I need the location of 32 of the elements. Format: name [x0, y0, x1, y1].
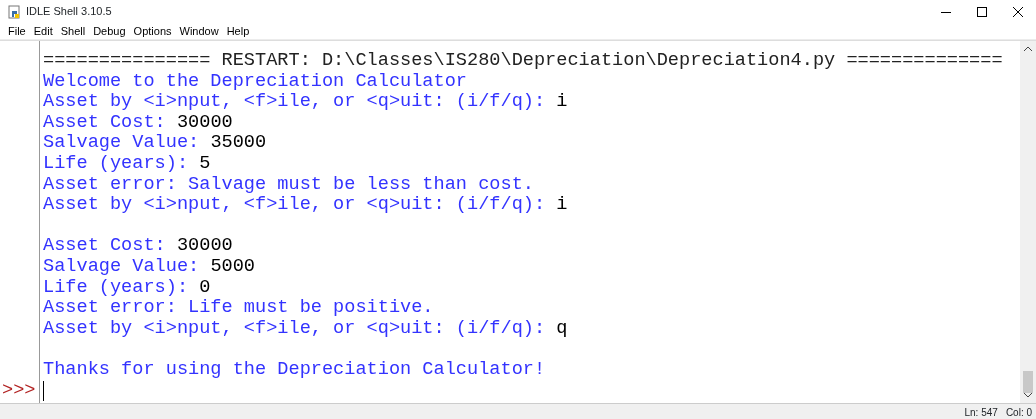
- app-icon: [8, 4, 22, 19]
- shell-output-line: Life (years): 5: [43, 152, 211, 174]
- shell-output-line: Salvage Value: 5000: [43, 255, 255, 277]
- menu-item[interactable]: Options: [129, 23, 176, 39]
- shell-output-line: Salvage Value: 35000: [43, 132, 267, 154]
- shell-output-line: Asset error: Salvage must be less than cost.: [43, 173, 534, 195]
- menu-item[interactable]: Help: [222, 23, 254, 39]
- scroll-down-icon[interactable]: [1024, 393, 1032, 398]
- menu-item[interactable]: File: [4, 23, 30, 39]
- shell-output-line: Asset by <i>nput, <f>ile, or <q>uit: (i/f/q): i: [43, 91, 568, 113]
- shell-output-line: Welcome to the Depreciation Calculator: [43, 70, 467, 92]
- maximize-icon: [977, 6, 987, 17]
- scrollbar-thumb[interactable]: [1023, 371, 1033, 393]
- shell-prompt: >>>: [2, 381, 36, 402]
- scroll-up-icon[interactable]: [1024, 46, 1032, 51]
- shell-output-line: Life (years): 0: [43, 276, 211, 298]
- shell-output-line: Asset by <i>nput, <f>ile, or <q>uit: (i/f/q): q: [43, 317, 568, 339]
- close-icon: [1013, 6, 1023, 17]
- text-cursor: [43, 380, 44, 401]
- menu-item[interactable]: Edit: [29, 23, 57, 39]
- menu-item[interactable]: Debug: [89, 23, 130, 39]
- shell-output-line: Asset Cost: 30000: [43, 111, 233, 133]
- menu-item[interactable]: Window: [175, 23, 223, 39]
- shell-output-line: Asset by <i>nput, <f>ile, or <q>uit: (i/f/q): i: [43, 194, 568, 216]
- line-number-status: Ln: 547: [964, 405, 998, 419]
- column-status: Col: 0: [1005, 405, 1032, 419]
- shell-output-line: Asset error: Life must be positive.: [43, 297, 434, 319]
- window-title: IDLE Shell 3.10.5: [26, 4, 112, 20]
- restart-text: =============== RESTART: D:\Classes\IS280\Depreciation\Depreciation4.py ==============: [43, 50, 1003, 71]
- menu-item[interactable]: Shell: [56, 23, 90, 39]
- shell-output-line: Thanks for using the Depreciation Calculator!: [43, 358, 546, 380]
- shell-output-line: Asset Cost: 30000: [43, 235, 233, 257]
